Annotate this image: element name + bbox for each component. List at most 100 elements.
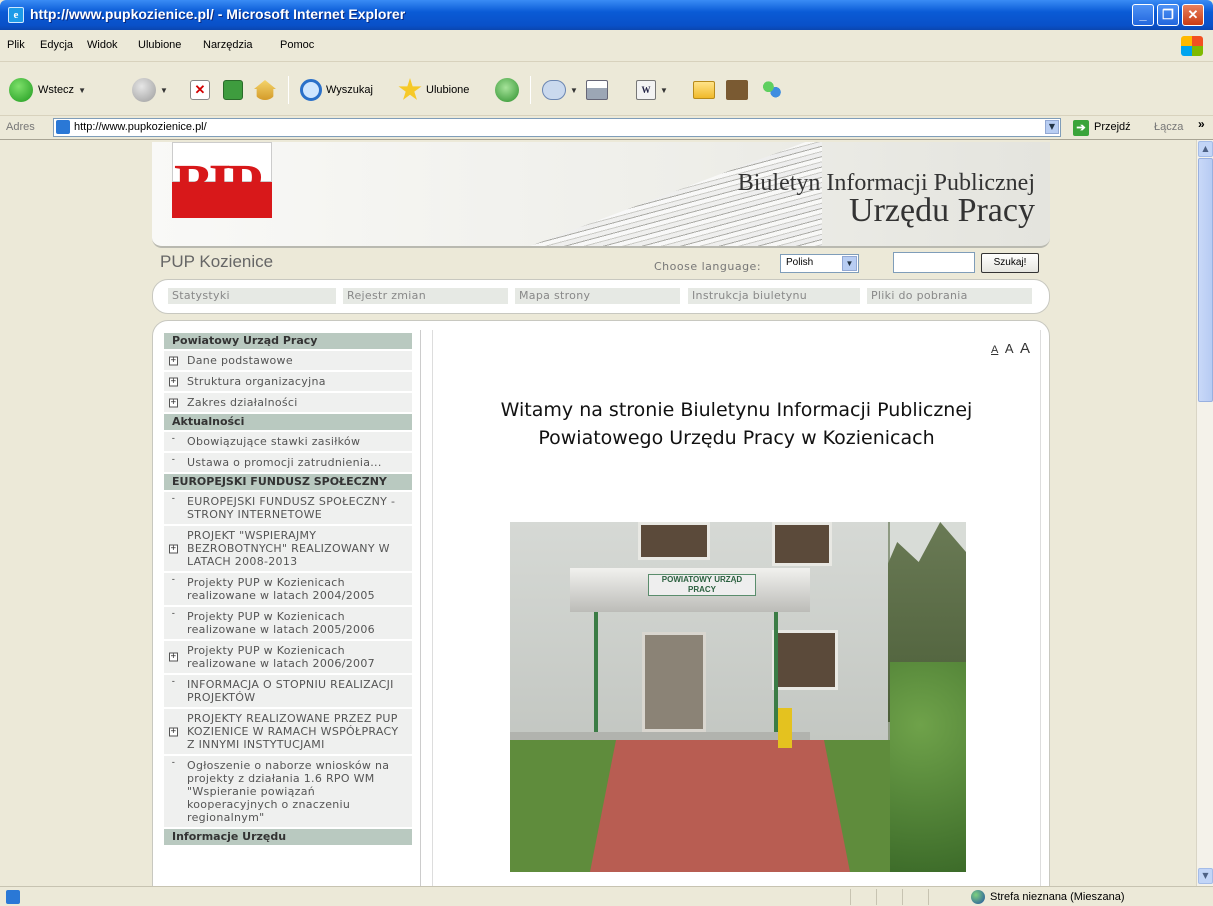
go-button[interactable]: Przejdź (1094, 121, 1131, 133)
edit-button[interactable]: W ▼ (636, 77, 668, 103)
sidebar-item-label: Projekty PUP w Kozienicach realizowane w… (187, 610, 375, 636)
nav-pliki[interactable]: Pliki do pobrania (867, 288, 1032, 304)
photo-sign: POWIATOWY URZĄD PRACY (648, 574, 756, 596)
sidebar-item-zakres[interactable]: + Zakres działalności (164, 393, 412, 412)
vertical-scrollbar[interactable]: ▲ ▼ (1196, 140, 1213, 886)
expand-plus-icon[interactable]: + (169, 544, 178, 553)
sidebar-item-struktura[interactable]: + Struktura organizacyjna (164, 372, 412, 391)
bullet-dash-icon: - (170, 433, 177, 444)
sidebar-item-label: INFORMACJA O STOPNIU REALIZACJI PROJEKTÓ… (187, 678, 394, 704)
address-bar: Adres http://www.pupkozienice.pl/ ▼ ➔ Pr… (0, 116, 1213, 140)
mail-button[interactable]: ▼ (542, 77, 578, 103)
menu-edycja[interactable]: Edycja (40, 39, 73, 51)
sidebar-item-ogloszenie[interactable]: - Ogłoszenie o naborze wniosków na projek… (164, 756, 412, 827)
sidebar-section-title: Informacje Urzędu (164, 829, 412, 845)
sidebar-item-wspolpraca[interactable]: + PROJEKTY REALIZOWANE PRZEZ PUP KOZIENIC… (164, 709, 412, 754)
sidebar-item-wspierajmy[interactable]: + PROJEKT "WSPIERAJMY BEZROBOTNYCH" REALI… (164, 526, 412, 571)
font-size-switcher: A A A (988, 340, 1030, 357)
address-url: http://www.pupkozienice.pl/ (74, 121, 207, 133)
sidebar-item-label: Ogłoszenie o naborze wniosków na projekt… (187, 759, 390, 824)
sidebar-item-stawki[interactable]: - Obowiązujące stawki zasiłków (164, 432, 412, 451)
refresh-button[interactable] (223, 77, 243, 103)
sidebar-section-title: Powiatowy Urząd Pracy (164, 333, 412, 349)
page-viewport: BIP Biuletyn Informacji Publicznej Urzęd… (0, 140, 1196, 886)
research-button[interactable] (726, 77, 748, 103)
chevron-down-icon: ▼ (842, 256, 857, 271)
address-input[interactable]: http://www.pupkozienice.pl/ (53, 118, 1061, 137)
sidebar-item-projekty-2004[interactable]: - Projekty PUP w Kozienicach realizowane … (164, 573, 412, 605)
minimize-button[interactable]: _ (1132, 4, 1154, 26)
folder-icon (693, 81, 715, 99)
language-select[interactable]: Polish ▼ (780, 254, 859, 273)
photo-path (590, 740, 850, 872)
messenger-button[interactable] (760, 77, 784, 103)
scroll-down-arrow-icon[interactable]: ▼ (1198, 868, 1213, 884)
history-button[interactable] (495, 77, 519, 103)
menu-plik[interactable]: Plik (7, 39, 25, 51)
expand-plus-icon[interactable]: + (169, 727, 178, 736)
photo-bush (890, 662, 966, 872)
expand-plus-icon[interactable]: + (169, 652, 178, 662)
print-button[interactable] (586, 77, 608, 103)
links-more-chevron[interactable]: » (1198, 117, 1205, 131)
expand-plus-icon[interactable]: + (169, 398, 178, 407)
nav-instrukcja[interactable]: Instrukcja biuletynu (688, 288, 860, 304)
favorites-button[interactable]: Ulubione (398, 77, 469, 103)
sidebar-item-label: Obowiązujące stawki zasiłków (187, 435, 361, 448)
expand-plus-icon[interactable]: + (169, 377, 178, 386)
go-arrow-icon[interactable]: ➔ (1073, 120, 1089, 136)
font-size-large-link[interactable]: A (1020, 340, 1030, 357)
home-button[interactable] (254, 77, 276, 103)
menu-bar: Plik Edycja Widok Ulubione Narzędzia Pom… (0, 30, 1213, 62)
nav-statystyki[interactable]: Statystyki (168, 288, 336, 304)
chevron-down-icon: ▼ (160, 85, 168, 95)
photo-window (638, 522, 710, 560)
stop-button[interactable]: ✕ (190, 77, 210, 103)
sidebar-item-efs-strony[interactable]: - EUROPEJSKI FUNDUSZ SPOŁECZNY - STRONY I… (164, 492, 412, 524)
sidebar-item-dane-podstawowe[interactable]: + Dane podstawowe (164, 351, 412, 370)
nav-mapa-strony[interactable]: Mapa strony (515, 288, 680, 304)
close-button[interactable]: ✕ (1182, 4, 1204, 26)
scroll-up-arrow-icon[interactable]: ▲ (1198, 141, 1213, 157)
scrollbar-thumb[interactable] (1198, 158, 1213, 402)
search-input[interactable] (893, 252, 975, 273)
sidebar-item-ustawa[interactable]: - Ustawa o promocji zatrudnienia... (164, 453, 412, 472)
sidebar-item-projekty-2006[interactable]: + Projekty PUP w Kozienicach realizowane … (164, 641, 412, 673)
toolbar: Wstecz ▼ ▼ ✕ Wyszukaj Ulubione ▼ W ▼ (0, 62, 1213, 116)
back-arrow-icon (9, 78, 33, 102)
folder-button[interactable] (693, 77, 715, 103)
photo-door (642, 632, 706, 732)
bip-logo[interactable]: BIP (174, 150, 263, 220)
column-divider (420, 330, 421, 886)
address-dropdown-icon[interactable]: ▼ (1045, 120, 1059, 134)
search-button[interactable]: Wyszukaj (300, 77, 373, 103)
menu-narzedzia[interactable]: Narzędzia (203, 39, 253, 51)
sidebar-item-informacja[interactable]: - INFORMACJA O STOPNIU REALIZACJI PROJEKT… (164, 675, 412, 707)
bullet-dash-icon: - (170, 608, 177, 619)
menu-widok[interactable]: Widok (87, 39, 118, 51)
top-navigation: Statystyki Rejestr zmian Mapa strony Ins… (152, 279, 1050, 314)
menu-ulubione[interactable]: Ulubione (138, 39, 181, 51)
refresh-icon (223, 80, 243, 100)
nav-rejestr-zmian[interactable]: Rejestr zmian (343, 288, 508, 304)
bullet-dash-icon: - (170, 454, 177, 465)
bullet-dash-icon: - (170, 757, 177, 768)
chevron-down-icon: ▼ (660, 85, 668, 95)
star-icon (398, 78, 422, 100)
font-size-medium-link[interactable]: A (1005, 341, 1014, 356)
sidebar-item-label: Ustawa o promocji zatrudnienia... (187, 456, 382, 469)
welcome-line-2: Powiatowego Urzędu Pracy w Kozienicach (538, 427, 935, 449)
forward-button[interactable]: ▼ (132, 77, 168, 103)
chevron-down-icon: ▼ (78, 85, 86, 95)
font-size-small-link[interactable]: A (991, 344, 998, 356)
search-submit-button[interactable]: Szukaj! (981, 253, 1039, 273)
photo-window (772, 630, 838, 690)
links-button[interactable]: Łącza (1154, 121, 1183, 133)
menu-pomoc[interactable]: Pomoc (280, 39, 314, 51)
sidebar-item-projekty-2005[interactable]: - Projekty PUP w Kozienicach realizowane … (164, 607, 412, 639)
expand-plus-icon[interactable]: + (169, 356, 178, 365)
messenger-icon (760, 79, 784, 101)
welcome-heading: Witamy na stronie Biuletynu Informacji P… (432, 396, 1041, 452)
back-button[interactable]: Wstecz ▼ (9, 77, 86, 103)
maximize-button[interactable]: ❐ (1157, 4, 1179, 26)
